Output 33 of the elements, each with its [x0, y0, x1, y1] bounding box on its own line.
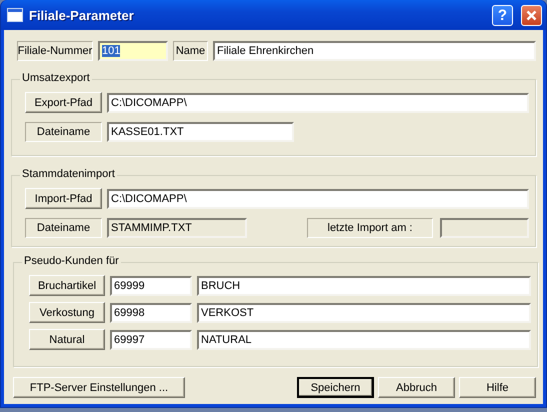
field-label: Dateiname [25, 122, 102, 142]
dialog-button[interactable]: FTP-Server Einstellungen ... [13, 377, 185, 398]
input-field[interactable]: 69997 [110, 330, 192, 350]
path-button[interactable]: Import-Pfad [25, 188, 102, 209]
customer-button[interactable]: Natural [29, 329, 105, 350]
dialog-button[interactable]: Speichern [297, 377, 374, 398]
input-field[interactable]: 101 [98, 41, 168, 61]
dialog-button[interactable]: Hilfe [459, 377, 536, 398]
field-label: letzte Import am : [307, 218, 433, 238]
group-title: Umsatzexport [20, 72, 92, 84]
input-field[interactable]: KASSE01.TXT [107, 122, 294, 142]
input-field[interactable]: 69999 [110, 276, 192, 296]
customer-button[interactable]: Bruchartikel [29, 275, 105, 296]
window-icon [7, 8, 23, 22]
path-button[interactable]: Export-Pfad [25, 92, 102, 113]
input-field[interactable]: Filiale Ehrenkirchen [213, 41, 536, 61]
field-label: Dateiname [25, 218, 102, 238]
close-button[interactable] [521, 4, 542, 26]
field-label: Name [173, 41, 208, 61]
input-field[interactable]: BRUCH [197, 276, 531, 296]
help-button[interactable]: ? [492, 4, 513, 26]
input-field[interactable]: 69998 [110, 302, 192, 322]
input-field[interactable]: VERKOST [197, 302, 531, 322]
field-label: Filiale-Nummer [17, 41, 93, 61]
input-field[interactable]: NATURAL [197, 330, 531, 350]
input-field[interactable]: C:\DICOMAPP\ [107, 92, 529, 112]
customer-button[interactable]: Verkostung [29, 302, 105, 323]
window-title: Filiale-Parameter [29, 8, 135, 22]
dialog-button[interactable]: Abbruch [378, 377, 455, 398]
close-icon [526, 10, 537, 20]
group-title: Stammdatenimport [20, 168, 117, 180]
input-field[interactable]: C:\DICOMAPP\ [107, 188, 529, 208]
group-title: Pseudo-Kunden für [22, 255, 121, 267]
